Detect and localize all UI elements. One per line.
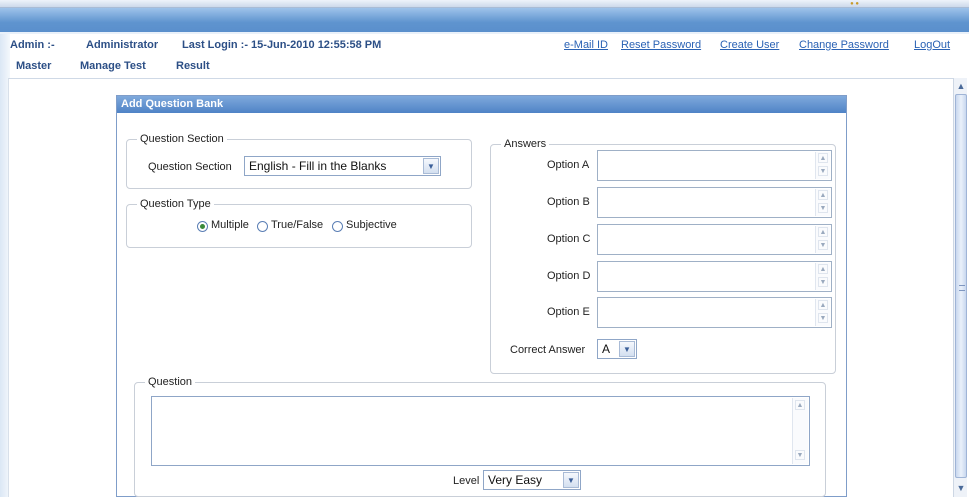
- menu-item-master[interactable]: Master: [16, 60, 51, 72]
- option-a-label: Option A: [547, 159, 590, 171]
- page-scrollbar[interactable]: ▲ ▼: [953, 78, 967, 497]
- correct-answer-select[interactable]: A ▼: [597, 339, 637, 359]
- scrollbar[interactable]: ▲ ▼: [815, 299, 830, 326]
- question-type-legend: Question Type: [140, 198, 211, 210]
- chevron-down-icon[interactable]: ▼: [563, 472, 579, 488]
- change-password-link[interactable]: Change Password: [799, 39, 889, 51]
- header-banner: [0, 8, 969, 32]
- email-id-link[interactable]: e-Mail ID: [564, 39, 608, 51]
- browser-status-icons: ● ●: [850, 1, 859, 7]
- level-label: Level: [453, 475, 480, 487]
- chevron-down-icon[interactable]: ▼: [619, 341, 635, 357]
- question-section-select[interactable]: English - Fill in the Blanks ▼: [244, 156, 441, 176]
- option-b-label: Option B: [547, 196, 590, 208]
- radio-true-false[interactable]: [257, 221, 268, 232]
- scroll-down-icon[interactable]: ▼: [795, 450, 805, 460]
- radio-true-false-label: True/False: [271, 219, 324, 231]
- create-user-link[interactable]: Create User: [720, 39, 779, 51]
- level-value: Very Easy: [488, 473, 543, 487]
- browser-status-strip: ● ●: [0, 0, 969, 8]
- role-value: Administrator: [86, 39, 159, 51]
- question-legend: Question: [148, 376, 193, 388]
- option-c-label: Option C: [547, 233, 591, 245]
- scrollbar[interactable]: ▲ ▼: [815, 152, 830, 179]
- scroll-up-icon[interactable]: ▲: [818, 153, 828, 163]
- radio-multiple[interactable]: [197, 221, 208, 232]
- radio-multiple-label: Multiple: [211, 219, 249, 231]
- radio-subjective[interactable]: [332, 221, 343, 232]
- panel-title: Add Question Bank: [117, 96, 846, 113]
- reset-password-link[interactable]: Reset Password: [621, 39, 701, 51]
- scroll-up-icon[interactable]: ▲: [818, 300, 828, 310]
- header-divider: [0, 32, 969, 34]
- question-section-label: Question Section: [148, 161, 232, 173]
- scroll-up-icon[interactable]: ▲: [818, 264, 828, 274]
- last-login-text: Last Login :- 15-Jun-2010 12:55:58 PM: [182, 39, 382, 51]
- question-section-value: English - Fill in the Blanks: [249, 159, 387, 173]
- correct-answer-value: A: [602, 342, 611, 356]
- logout-link[interactable]: LogOut: [914, 39, 950, 51]
- question-textarea[interactable]: ▲ ▼: [151, 396, 810, 466]
- scroll-up-icon[interactable]: ▲: [818, 190, 828, 200]
- scrollbar[interactable]: ▲ ▼: [815, 263, 830, 290]
- radio-subjective-label: Subjective: [346, 219, 397, 231]
- scroll-down-icon[interactable]: ▼: [818, 313, 828, 323]
- option-e-label: Option E: [547, 306, 590, 318]
- answers-legend: Answers: [504, 138, 547, 150]
- scroll-up-icon[interactable]: ▲: [795, 400, 805, 410]
- level-select[interactable]: Very Easy ▼: [483, 470, 581, 490]
- correct-answer-label: Correct Answer: [510, 344, 586, 356]
- role-label: Admin :-: [10, 39, 55, 51]
- scroll-down-icon[interactable]: ▼: [954, 481, 968, 495]
- option-d-input[interactable]: ▲ ▼: [597, 261, 832, 292]
- scrollbar[interactable]: ▲ ▼: [792, 398, 808, 464]
- option-c-input[interactable]: ▲ ▼: [597, 224, 832, 255]
- option-a-input[interactable]: ▲ ▼: [597, 150, 832, 181]
- option-d-label: Option D: [547, 270, 591, 282]
- option-b-input[interactable]: ▲ ▼: [597, 187, 832, 218]
- menu-item-result[interactable]: Result: [176, 60, 210, 72]
- user-info-bar: Admin :- Administrator Last Login :- 15-…: [0, 37, 969, 55]
- scroll-down-icon[interactable]: ▼: [818, 240, 828, 250]
- grip-icon: [959, 285, 965, 291]
- chevron-down-icon[interactable]: ▼: [423, 158, 439, 174]
- scroll-down-icon[interactable]: ▼: [818, 277, 828, 287]
- scroll-up-icon[interactable]: ▲: [818, 227, 828, 237]
- scroll-down-icon[interactable]: ▼: [818, 166, 828, 176]
- main-menu: Master Manage Test Result: [0, 58, 969, 76]
- scroll-down-icon[interactable]: ▼: [818, 203, 828, 213]
- scroll-up-icon[interactable]: ▲: [954, 79, 968, 93]
- scrollbar[interactable]: ▲ ▼: [815, 189, 830, 216]
- scrollbar-thumb[interactable]: [955, 94, 967, 478]
- menu-item-manage-test[interactable]: Manage Test: [80, 60, 146, 72]
- scrollbar[interactable]: ▲ ▼: [815, 226, 830, 253]
- option-e-input[interactable]: ▲ ▼: [597, 297, 832, 328]
- question-section-legend: Question Section: [140, 133, 224, 145]
